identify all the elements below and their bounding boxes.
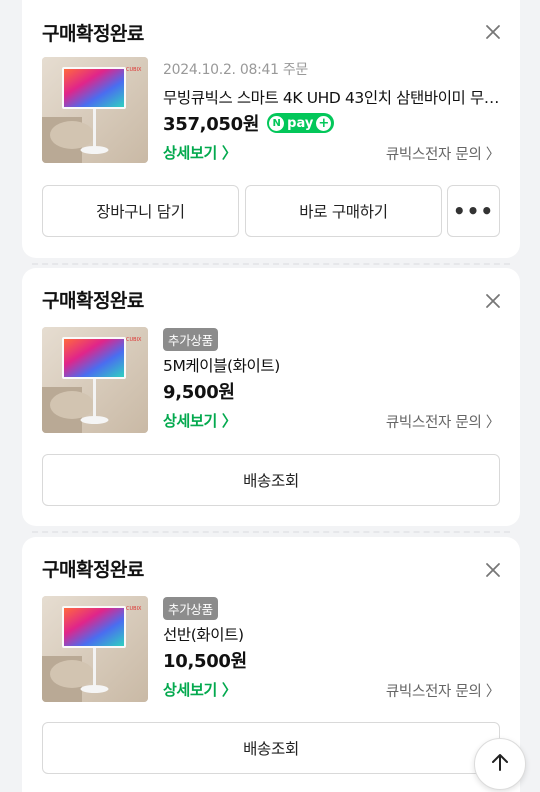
track-delivery-button[interactable]: 배송조회 — [42, 722, 500, 774]
npay-plus-badge: N pay + — [267, 113, 335, 133]
product-price: 10,500원 — [163, 651, 247, 672]
product-price: 9,500원 — [163, 382, 235, 403]
additional-item-badge: 추가상품 — [163, 597, 218, 620]
seller-inquiry-link[interactable]: 큐빅스전자 문의 〉 — [386, 411, 500, 432]
product-price: 357,050원 — [163, 114, 260, 135]
detail-view-link[interactable]: 상세보기 〉 — [163, 679, 237, 700]
order-status: 구매확정완료 — [42, 23, 144, 45]
divider — [22, 263, 520, 265]
more-options-button[interactable]: ••• — [447, 185, 500, 237]
svg-text:CUBIX: CUBIX — [126, 337, 142, 343]
detail-view-link[interactable]: 상세보기 〉 — [163, 142, 237, 163]
divider — [22, 531, 520, 533]
order-date: 2024.10.2. 08:41 주문 — [163, 62, 309, 78]
product-thumbnail[interactable]: CUBIX — [42, 596, 148, 702]
order-card: 구매확정완료 — [22, 268, 520, 526]
close-icon[interactable] — [484, 23, 502, 41]
additional-item-badge: 추가상품 — [163, 328, 218, 351]
arrow-up-icon — [489, 751, 511, 777]
product-thumbnail[interactable]: CUBIX — [42, 57, 148, 163]
svg-text:CUBIX: CUBIX — [126, 606, 142, 612]
order-card: 구매확정완료 — [22, 0, 520, 258]
track-delivery-button[interactable]: 배송조회 — [42, 454, 500, 506]
plus-icon: + — [316, 115, 332, 131]
product-thumbnail[interactable]: CUBIX — [42, 327, 148, 433]
close-icon[interactable] — [484, 561, 502, 579]
buy-now-button[interactable]: 바로 구매하기 — [245, 185, 442, 237]
close-icon[interactable] — [484, 292, 502, 310]
order-list-page: 구매확정완료 CUBIX 2024.10.2. 08:41 주문 무빙큐빅스 스… — [0, 0, 540, 792]
product-name[interactable]: 무빙큐빅스 스마트 4K UHD 43인치 삼탠바이미 무빙스탠드 — [163, 86, 503, 108]
product-name[interactable]: 선반(화이트) — [163, 623, 503, 645]
order-status: 구매확정완료 — [42, 559, 144, 581]
order-card: 구매확정완료 — [22, 537, 520, 792]
scroll-to-top-button[interactable] — [474, 738, 526, 790]
detail-view-link[interactable]: 상세보기 〉 — [163, 410, 237, 431]
svg-text:CUBIX: CUBIX — [126, 67, 142, 73]
order-status: 구매확정완료 — [42, 290, 144, 312]
product-name[interactable]: 5M케이블(화이트) — [163, 354, 503, 376]
seller-inquiry-link[interactable]: 큐빅스전자 문의 〉 — [386, 680, 500, 701]
seller-inquiry-link[interactable]: 큐빅스전자 문의 〉 — [386, 143, 500, 164]
add-to-cart-button[interactable]: 장바구니 담기 — [42, 185, 239, 237]
naver-n-icon: N — [269, 115, 285, 131]
